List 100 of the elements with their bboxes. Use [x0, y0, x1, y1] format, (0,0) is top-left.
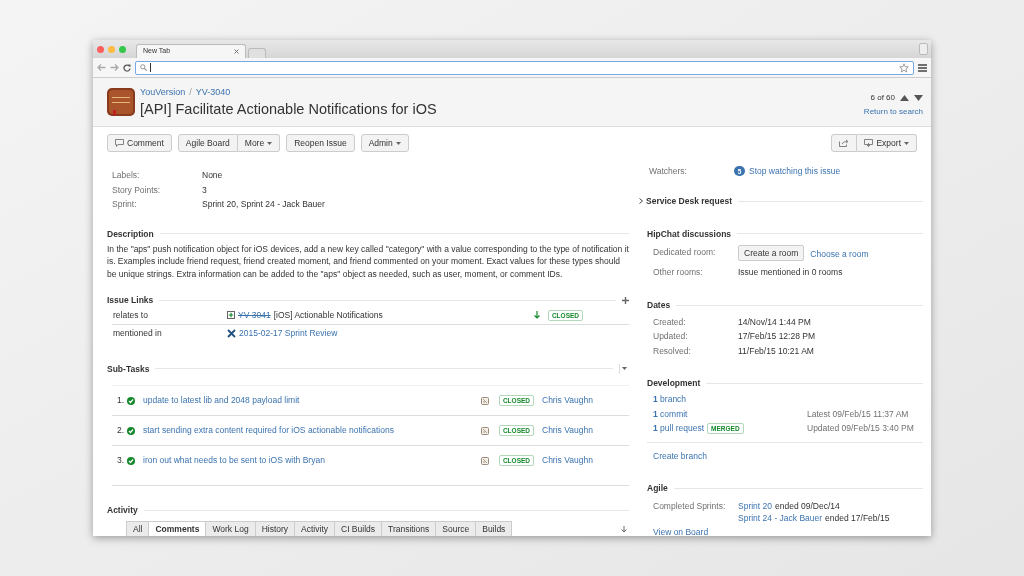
create-room-button[interactable]: Create a room — [738, 245, 805, 262]
caret-icon — [622, 367, 627, 371]
create-branch-link[interactable]: Create branch — [647, 449, 923, 463]
close-window-icon[interactable] — [97, 45, 104, 53]
sprint-link[interactable]: Sprint 20 — [738, 500, 773, 512]
field-label: Dedicated room: — [653, 246, 717, 259]
link-summary: [iOS] Actionable Notifications — [273, 308, 383, 322]
sprint-link[interactable]: Sprint 24 - Jack Bauer — [738, 512, 823, 524]
text-cursor — [150, 63, 151, 72]
field-label: Created: — [653, 316, 687, 329]
row-number: 1. — [115, 394, 124, 408]
plus-box-icon — [227, 311, 235, 320]
bible-app-icon — [107, 88, 135, 116]
activity-tab[interactable]: Work Log — [206, 521, 256, 536]
caret-icon — [267, 141, 273, 145]
reload-icon[interactable] — [123, 63, 131, 72]
development-detail: Latest 09/Feb/15 11:37 AM — [807, 408, 910, 420]
project-link[interactable]: YouVersion — [140, 86, 186, 100]
options-menu-button[interactable] — [619, 364, 629, 374]
confluence-icon — [227, 329, 236, 339]
check-circle-icon — [127, 456, 135, 465]
dropdown-button[interactable]: More — [237, 134, 281, 152]
caret-icon — [904, 141, 909, 145]
field-label: Updated: — [653, 331, 689, 343]
row-number: 3. — [115, 454, 124, 468]
sprint-end-date: ended 17/Feb/15 — [825, 512, 890, 524]
section-heading: Sub-Tasks — [107, 362, 150, 376]
maximize-window-icon[interactable] — [119, 45, 126, 53]
sprint-end-date: ended 09/Dec/14 — [775, 500, 840, 512]
field-value: 17/Feb/15 12:28 PM — [738, 331, 816, 343]
assignee-link[interactable]: Chris Vaughn — [542, 394, 629, 408]
development-link[interactable]: 1 branch — [653, 394, 687, 406]
activity-tab[interactable]: History — [255, 521, 296, 536]
check-circle-icon — [127, 396, 135, 405]
speech-bubble-icon — [115, 139, 124, 147]
field-value: 11/Feb/15 10:21 AM — [738, 345, 814, 358]
field-label: Other rooms: — [653, 266, 704, 279]
dropdown-button[interactable]: Admin — [360, 134, 409, 152]
sub-task-link[interactable]: iron out what needs to be sent to iOS with Bryan — [143, 454, 481, 468]
activity-tab[interactable]: All — [126, 521, 150, 536]
assignee-link[interactable]: Chris Vaughn — [542, 424, 629, 438]
choose-room-link[interactable]: Choose a room — [810, 248, 869, 261]
collapsed-chevron-icon[interactable] — [639, 198, 643, 205]
section-heading: Activity — [107, 504, 138, 518]
issue-key-link[interactable]: YV-3040 — [195, 86, 231, 100]
view-on-board-link[interactable]: View on Board — [647, 526, 923, 536]
return-to-search-link[interactable]: Return to search — [863, 106, 923, 118]
share-button[interactable] — [831, 134, 858, 152]
activity-tab[interactable]: Activity — [295, 521, 335, 536]
field-label: Labels: — [112, 170, 141, 182]
down-arrow-icon — [533, 311, 540, 320]
row-number: 2. — [115, 424, 124, 438]
assignee-link[interactable]: Chris Vaughn — [542, 454, 629, 468]
field-value: 3 — [202, 184, 207, 196]
back-icon[interactable] — [97, 64, 106, 71]
field-label: Watchers: — [649, 165, 688, 178]
field-value: None — [202, 170, 223, 182]
export-button[interactable]: Export — [857, 134, 917, 152]
link-relation: mentioned in — [112, 327, 163, 340]
search-icon — [140, 64, 147, 71]
activity-tab[interactable]: Builds — [476, 521, 513, 536]
monitor-icon — [864, 139, 874, 147]
menu-icon[interactable] — [918, 63, 927, 72]
sub-task-link[interactable]: update to latest lib and 2048 payload limit — [143, 394, 481, 408]
section-heading[interactable]: Service Desk request — [646, 194, 732, 208]
activity-tab[interactable]: Source — [436, 521, 477, 536]
section-heading: Development — [647, 377, 701, 390]
activity-tab[interactable]: Transitions — [382, 521, 437, 536]
caret-icon — [395, 141, 401, 145]
toolbar-button[interactable]: Reopen Issue — [286, 134, 355, 152]
section-heading: Dates — [647, 299, 671, 312]
activity-tab[interactable]: CI Builds — [335, 521, 382, 536]
share-icon — [839, 139, 850, 147]
comment-button[interactable]: Comment — [107, 134, 172, 152]
star-icon[interactable] — [899, 62, 909, 73]
next-issue-icon[interactable] — [914, 95, 923, 101]
development-link[interactable]: 1 commit — [653, 408, 688, 420]
section-heading: Issue Links — [107, 293, 154, 307]
sub-task-link[interactable]: start sending extra content required for iOS actionable notifications — [143, 424, 481, 438]
description-text: In the "aps" push notification object for iOS devices, add a new key called "category" with a value corresponding to the type of notification it is. Examples include friend request, friend created moment, and friend commented on your moment. Exact values for these types should be unique strings. Extra information can be added to the "aps" object as needed, such as user, moment, or comment IDs. — [107, 243, 629, 280]
link-relation: relates to — [112, 308, 149, 322]
sort-down-icon[interactable] — [621, 526, 627, 534]
field-label: Completed Sprints: — [653, 500, 727, 513]
forward-icon[interactable] — [110, 64, 119, 71]
toolbar-button[interactable]: Agile Board — [177, 134, 238, 152]
task-type-icon — [480, 396, 489, 405]
previous-issue-icon[interactable] — [900, 95, 909, 101]
add-icon[interactable] — [622, 296, 629, 304]
development-link[interactable]: 1 pull request — [653, 423, 705, 435]
page-link[interactable]: 2015-02-17 Sprint Review — [239, 327, 338, 340]
task-type-icon — [480, 456, 489, 465]
field-label: Story Points: — [112, 184, 162, 196]
issue-link[interactable]: YV-3041 — [238, 308, 271, 322]
activity-tab[interactable]: Comments — [149, 521, 207, 536]
close-tab-icon[interactable] — [234, 49, 239, 54]
section-heading: Description — [107, 227, 154, 241]
field-value: 14/Nov/14 1:44 PM — [738, 316, 811, 329]
issue-title: [API] Facilitate Actionable Notifications for iOS — [140, 99, 437, 118]
stop-watching-link[interactable]: Stop watching this issue — [749, 165, 841, 178]
issue-counter: 6 of 60 — [870, 92, 895, 104]
